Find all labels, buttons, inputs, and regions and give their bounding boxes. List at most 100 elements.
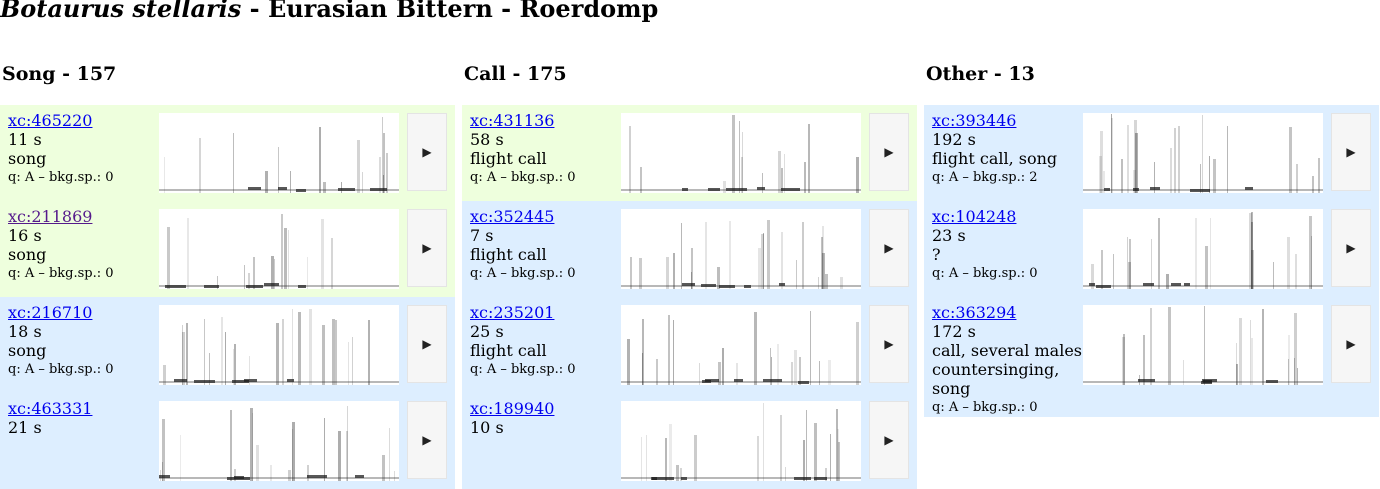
play-icon: ▶ [884,145,894,159]
recording-item: xc:211869 16 s song q: A – bkg.sp.: 0 ▶ [0,201,455,297]
recording-duration: 25 s [470,322,504,341]
recording-link[interactable]: xc:463331 [8,399,92,418]
recording-item: xc:216710 18 s song q: A – bkg.sp.: 0 ▶ [0,297,455,393]
recording-quality: q: A – bkg.sp.: 0 [932,266,1038,281]
spectrogram-image [621,305,861,385]
recording-type: call, several males countersinging, song [932,341,1082,398]
recording-duration: 58 s [470,130,504,149]
recording-item: xc:393446 192 s flight call, song q: A – bk… [924,105,1379,201]
page-title: Botaurus stellaris - Eurasian Bittern - … [0,0,658,23]
play-button[interactable]: ▶ [1331,209,1371,287]
recording-duration: 18 s [8,322,42,341]
recording-meta: xc:189940 10 s [470,399,620,437]
recording-item: xc:363294 172 s call, several males counte… [924,297,1379,417]
play-icon: ▶ [884,433,894,447]
recording-duration: 10 s [470,418,504,437]
play-button[interactable]: ▶ [869,209,909,287]
recording-type: ? [932,245,941,264]
recording-item: xc:235201 25 s flight call q: A – bkg.sp.: … [462,297,917,393]
recording-link[interactable]: xc:431136 [470,111,554,130]
recording-quality: q: A – bkg.sp.: 0 [8,266,114,281]
spectrogram-graphic [621,115,861,193]
spectrogram-image [1083,113,1323,193]
recording-link[interactable]: xc:104248 [932,207,1016,226]
recording-type: song [8,341,47,360]
recording-meta: xc:393446 192 s flight call, song q: A – bk… [932,111,1084,187]
recording-link[interactable]: xc:216710 [8,303,92,322]
spectrogram-graphic [1083,212,1323,289]
recording-link[interactable]: xc:352445 [470,207,554,226]
recording-link[interactable]: xc:235201 [470,303,554,322]
column-heading: Other - 13 [926,63,1035,85]
spectrogram-image [159,113,399,193]
recording-quality: q: A – bkg.sp.: 0 [8,362,114,377]
spectrogram-image [159,209,399,289]
recording-meta: xc:104248 23 s? q: A – bkg.sp.: 0 [932,207,1084,283]
recording-type: flight call [470,341,547,360]
recording-link[interactable]: xc:465220 [8,111,92,130]
play-button[interactable]: ▶ [407,305,447,383]
recording-meta: xc:431136 58 s flight call q: A – bkg.sp.: … [470,111,620,187]
recording-duration: 172 s [932,322,976,341]
recording-quality: q: A – bkg.sp.: 0 [932,400,1038,415]
recording-meta: xc:235201 25 s flight call q: A – bkg.sp.: … [470,303,620,379]
play-icon: ▶ [1346,145,1356,159]
play-button[interactable]: ▶ [1331,305,1371,383]
recording-type: flight call, song [932,149,1058,168]
recording-link[interactable]: xc:189940 [470,399,554,418]
spectrogram-image [621,401,861,481]
recording-duration: 16 s [8,226,42,245]
recording-quality: q: A – bkg.sp.: 2 [932,170,1038,185]
play-button[interactable]: ▶ [869,401,909,479]
recording-item: xc:465220 11 s song q: A – bkg.sp.: 0 ▶ [0,105,455,201]
recording-item: xc:104248 23 s? q: A – bkg.sp.: 0 ▶ [924,201,1379,297]
recording-quality: q: A – bkg.sp.: 0 [8,170,114,185]
recording-quality: q: A – bkg.sp.: 0 [470,170,576,185]
play-button[interactable]: ▶ [407,209,447,287]
spectrogram-graphic [159,214,399,289]
recording-meta: xc:352445 7 s flight call q: A – bkg.sp.: 0 [470,207,620,283]
recording-type: song [8,245,47,264]
recording-meta: xc:463331 21 s [8,399,158,437]
play-button[interactable]: ▶ [407,401,447,479]
play-icon: ▶ [422,337,432,351]
spectrogram-graphic [621,220,861,289]
play-icon: ▶ [422,433,432,447]
recording-meta: xc:363294 172 s call, several males counte… [932,303,1084,417]
recording-link[interactable]: xc:363294 [932,303,1016,322]
play-icon: ▶ [884,241,894,255]
recording-quality: q: A – bkg.sp.: 0 [470,266,576,281]
recording-item: xc:352445 7 s flight call q: A – bkg.sp.: 0… [462,201,917,297]
play-button[interactable]: ▶ [1331,113,1371,191]
play-button[interactable]: ▶ [869,113,909,191]
recording-link[interactable]: xc:211869 [8,207,92,226]
spectrogram-image [621,209,861,289]
recording-list: xc:393446 192 s flight call, song q: A – bk… [924,105,1379,417]
column-heading: Song - 157 [2,63,117,85]
spectrogram-graphic [159,406,399,481]
recording-duration: 23 s [932,226,966,245]
recording-meta: xc:216710 18 s song q: A – bkg.sp.: 0 [8,303,158,379]
play-icon: ▶ [1346,337,1356,351]
scientific-name: Botaurus stellaris [0,0,242,23]
play-icon: ▶ [422,145,432,159]
spectrogram-graphic [621,403,861,481]
recording-list: xc:431136 58 s flight call q: A – bkg.sp.: … [462,105,917,489]
recording-link[interactable]: xc:393446 [932,111,1016,130]
recording-duration: 11 s [8,130,42,149]
play-button[interactable]: ▶ [407,113,447,191]
recording-type: flight call [470,245,547,264]
spectrogram-graphic [1083,306,1323,385]
recording-type: song [8,149,47,168]
column-heading: Call - 175 [464,63,567,85]
spectrogram-image [159,305,399,385]
recording-meta: xc:211869 16 s song q: A – bkg.sp.: 0 [8,207,158,283]
recording-duration: 7 s [470,226,494,245]
play-button[interactable]: ▶ [869,305,909,383]
spectrogram-image [1083,305,1323,385]
recording-quality: q: A – bkg.sp.: 0 [470,362,576,377]
spectrogram-image [159,401,399,481]
recording-item: xc:431136 58 s flight call q: A – bkg.sp.: … [462,105,917,201]
recording-meta: xc:465220 11 s song q: A – bkg.sp.: 0 [8,111,158,187]
play-icon: ▶ [1346,241,1356,255]
